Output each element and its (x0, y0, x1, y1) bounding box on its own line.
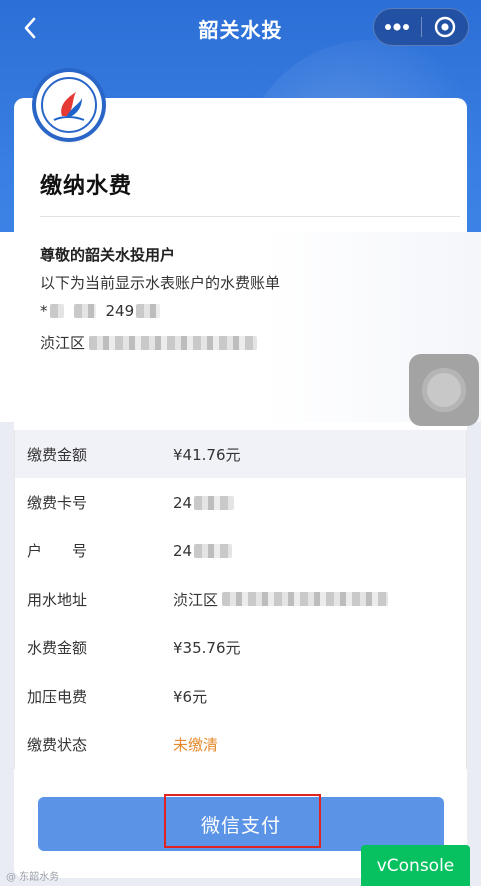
address-line: 浈江区 (40, 332, 258, 353)
water-logo-icon (41, 77, 97, 133)
section-title: 缴纳水费 (40, 174, 133, 199)
account-visible-digits: 249 (105, 302, 135, 320)
row-value: ¥41.76元 (173, 445, 241, 464)
bill-description: 以下为当前显示水表账户的水费账单 (40, 274, 281, 292)
table-row: 户 号 24 (15, 527, 466, 575)
nav-bar: 韶关水投 (0, 0, 481, 56)
redacted-block (73, 304, 96, 318)
greeting-text: 尊敬的韶关水投用户 (40, 246, 176, 264)
address-prefix: 浈江区 (40, 334, 86, 352)
row-label: 用水地址 (27, 590, 88, 609)
redacted-block (222, 592, 389, 607)
table-row: 缴费金额 ¥41.76元 (15, 430, 466, 479)
chevron-left-icon (24, 17, 36, 39)
row-label: 缴费卡号 (27, 494, 88, 513)
table-row: 加压电费 ¥6元 (15, 672, 466, 720)
more-dots-icon (385, 23, 410, 31)
row-label: 户 号 (27, 542, 88, 561)
row-label: 缴费状态 (27, 736, 88, 755)
redacted-block (49, 304, 64, 318)
company-logo (36, 72, 102, 138)
table-row: 缴费卡号 24 (15, 478, 466, 526)
back-button[interactable] (12, 10, 48, 46)
more-button[interactable] (374, 9, 421, 45)
close-mini-program-button[interactable] (422, 9, 469, 45)
row-label: 加压电费 (27, 687, 88, 706)
bill-detail-table: 缴费金额 ¥41.76元 缴费卡号 24 户 号 24 用水地址 浈江区 水费金… (14, 430, 467, 769)
row-value: 24 (173, 493, 235, 512)
table-row: 缴费状态 未缴清 (15, 720, 466, 768)
row-value: 浈江区 (173, 589, 389, 610)
redacted-block (194, 543, 233, 558)
household-number-visible: 24 (173, 541, 193, 560)
vconsole-button[interactable]: vConsole (361, 845, 470, 886)
row-label: 缴费金额 (27, 445, 88, 464)
row-label: 水费金额 (27, 639, 88, 658)
title-divider (40, 216, 460, 217)
account-number-line: * 249 (40, 302, 161, 320)
target-circle-icon (434, 16, 455, 38)
row-value: ¥6元 (173, 687, 208, 706)
card-number-visible: 24 (173, 493, 193, 512)
redacted-block (89, 335, 258, 350)
watermark-text: @ 东韶水务 (6, 872, 60, 883)
floating-assist-button[interactable] (409, 354, 479, 426)
table-row: 水费金额 ¥35.76元 (15, 624, 466, 672)
status-value: 未缴清 (173, 736, 219, 755)
page-title: 韶关水投 (198, 17, 283, 42)
row-value: 24 (173, 541, 233, 560)
table-row: 用水地址 浈江区 (15, 575, 466, 623)
row-value: ¥35.76元 (173, 639, 241, 658)
highlight-box (164, 794, 321, 848)
redacted-block (136, 304, 161, 318)
mini-program-capsule (373, 8, 469, 46)
address-visible: 浈江区 (173, 590, 219, 609)
redacted-block (194, 495, 235, 510)
floating-ball-icon (422, 368, 466, 412)
account-prefix: * (40, 302, 48, 320)
